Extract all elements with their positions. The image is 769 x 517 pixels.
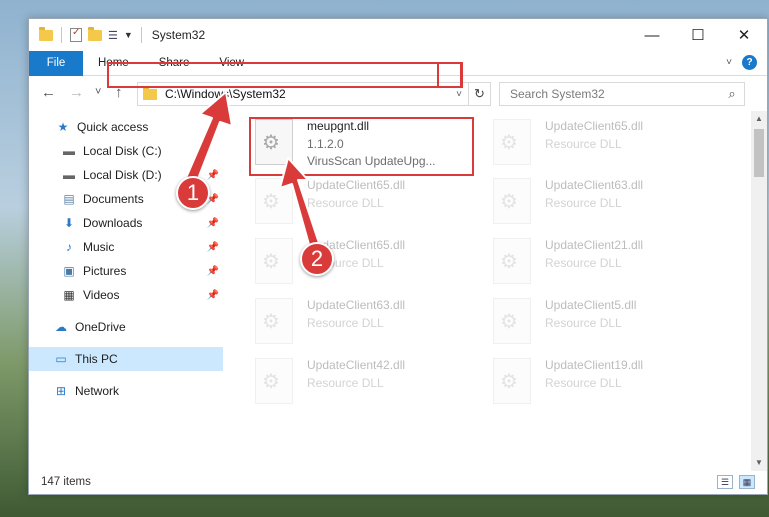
- arrow-to-file: [279, 157, 321, 249]
- arrow-to-address: [185, 91, 233, 185]
- step-2-badge: 2: [300, 242, 334, 276]
- annotation-arrows: [185, 91, 321, 249]
- step-1-badge: 1: [176, 176, 210, 210]
